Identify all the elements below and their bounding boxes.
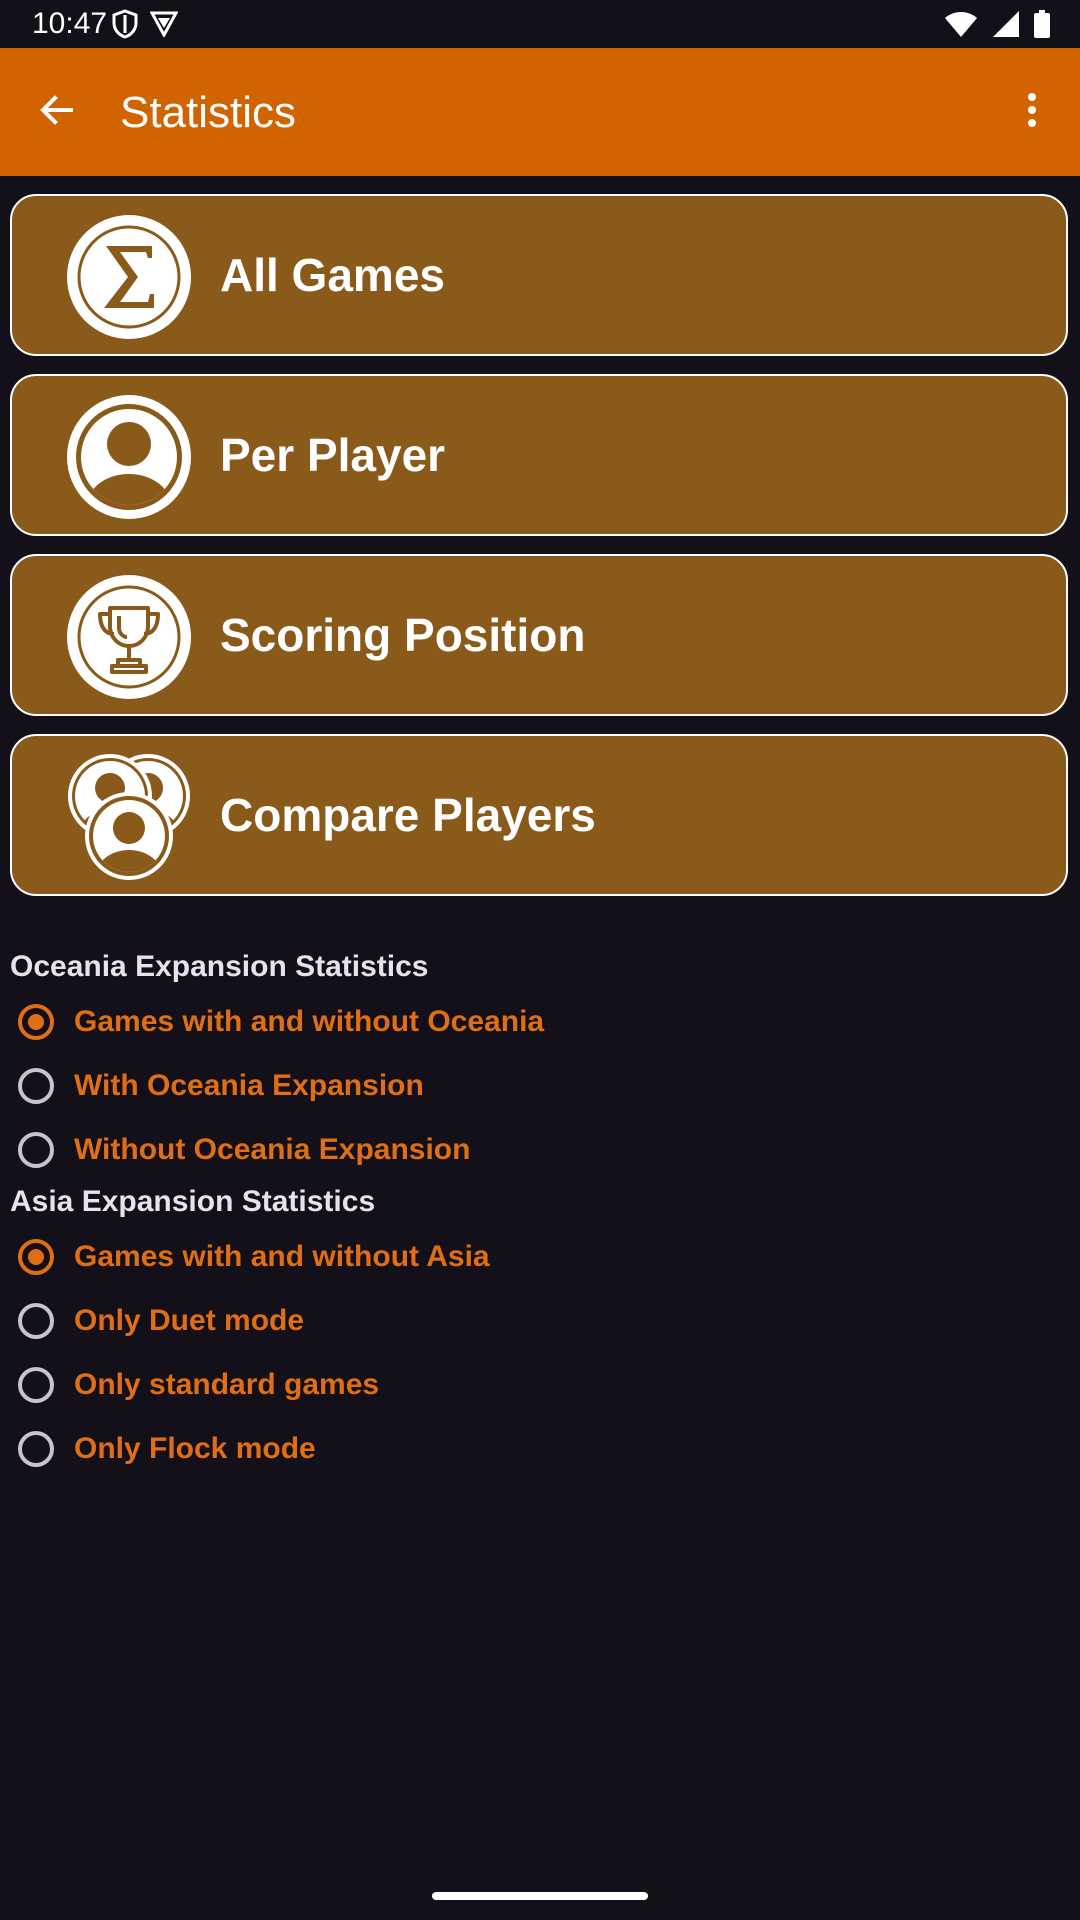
all-games-card[interactable]: All Games	[10, 194, 1068, 356]
radio-button[interactable]	[18, 1303, 54, 1339]
app-bar: Statistics	[0, 48, 1080, 176]
arrow-left-icon	[38, 92, 74, 133]
radio-button[interactable]	[18, 1431, 54, 1467]
vpn-icon	[150, 9, 178, 39]
more-vert-icon	[1026, 92, 1038, 133]
radio-asia-standard[interactable]: Only standard games	[18, 1355, 379, 1415]
radio-button[interactable]	[18, 1132, 54, 1168]
asia-section-header: Asia Expansion Statistics	[10, 1185, 376, 1218]
radio-label: Games with and without Oceania	[74, 1005, 545, 1038]
radio-button[interactable]	[18, 1367, 54, 1403]
overflow-menu-button[interactable]	[1000, 80, 1064, 144]
radio-asia-all[interactable]: Games with and without Asia	[18, 1227, 490, 1287]
radio-label: Only Flock mode	[74, 1432, 316, 1465]
radio-label: Games with and without Asia	[74, 1240, 490, 1273]
radio-asia-duet[interactable]: Only Duet mode	[18, 1291, 304, 1351]
oceania-section-header: Oceania Expansion Statistics	[10, 950, 429, 983]
home-indicator[interactable]	[432, 1892, 648, 1900]
scoring-position-card[interactable]: Scoring Position	[10, 554, 1068, 716]
card-label: Scoring Position	[220, 609, 586, 661]
per-player-card[interactable]: Per Player	[10, 374, 1068, 536]
radio-label: With Oceania Expansion	[74, 1069, 424, 1102]
radio-oceania-with[interactable]: With Oceania Expansion	[18, 1056, 424, 1116]
signal-icon	[992, 10, 1020, 38]
wifi-icon	[944, 10, 978, 38]
radio-oceania-all[interactable]: Games with and without Oceania	[18, 992, 544, 1052]
card-label: Compare Players	[220, 789, 596, 841]
radio-label: Only standard games	[74, 1368, 380, 1401]
radio-label: Without Oceania Expansion	[74, 1133, 471, 1166]
radio-button-checked[interactable]	[18, 1004, 54, 1040]
radio-asia-flock[interactable]: Only Flock mode	[18, 1419, 316, 1479]
card-label: Per Player	[220, 429, 446, 481]
person-icon	[66, 394, 192, 520]
battery-icon	[1034, 10, 1050, 38]
radio-label: Only Duet mode	[74, 1304, 305, 1337]
back-button[interactable]	[24, 80, 88, 144]
page-title: Statistics	[120, 88, 297, 137]
radio-oceania-without[interactable]: Without Oceania Expansion	[18, 1120, 470, 1180]
card-label: All Games	[220, 249, 445, 301]
status-bar: 10:47	[0, 0, 1080, 48]
people-group-icon	[66, 754, 192, 880]
sigma-icon	[66, 214, 192, 340]
status-time: 10:47	[32, 7, 108, 40]
shield-icon	[112, 9, 138, 39]
radio-button-checked[interactable]	[18, 1239, 54, 1275]
radio-button[interactable]	[18, 1068, 54, 1104]
trophy-icon	[66, 574, 192, 700]
compare-players-card[interactable]: Compare Players	[10, 734, 1068, 896]
